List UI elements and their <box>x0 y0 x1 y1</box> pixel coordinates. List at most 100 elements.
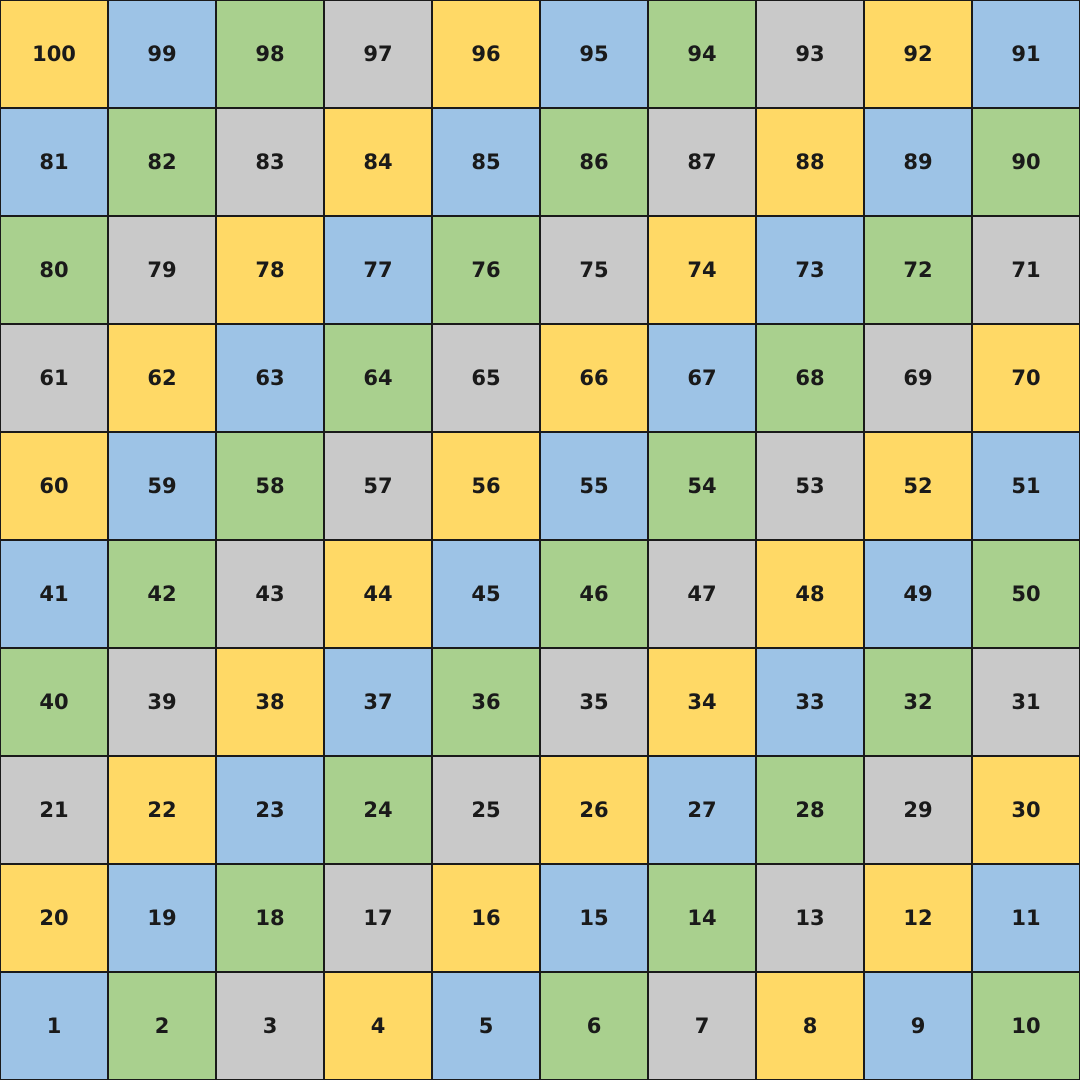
board-square[interactable]: 58 <box>217 433 323 539</box>
board-square[interactable]: 83 <box>217 109 323 215</box>
board-square[interactable]: 94 <box>649 1 755 107</box>
board-square[interactable]: 41 <box>1 541 107 647</box>
board-square[interactable]: 42 <box>109 541 215 647</box>
board-square[interactable]: 38 <box>217 649 323 755</box>
board-square[interactable]: 30 <box>973 757 1079 863</box>
board-square[interactable]: 76 <box>433 217 539 323</box>
board-square[interactable]: 6 <box>541 973 647 1079</box>
board-square[interactable]: 43 <box>217 541 323 647</box>
board-square[interactable]: 71 <box>973 217 1079 323</box>
board-square[interactable]: 22 <box>109 757 215 863</box>
board-square[interactable]: 46 <box>541 541 647 647</box>
board-square[interactable]: 36 <box>433 649 539 755</box>
board-square[interactable]: 2 <box>109 973 215 1079</box>
board-square[interactable]: 100 <box>1 1 107 107</box>
board-square[interactable]: 18 <box>217 865 323 971</box>
board-square[interactable]: 26 <box>541 757 647 863</box>
board-square[interactable]: 25 <box>433 757 539 863</box>
board-square[interactable]: 9 <box>865 973 971 1079</box>
board-square[interactable]: 62 <box>109 325 215 431</box>
board-square[interactable]: 7 <box>649 973 755 1079</box>
board-square[interactable]: 81 <box>1 109 107 215</box>
board-square[interactable]: 78 <box>217 217 323 323</box>
board-square[interactable]: 10 <box>973 973 1079 1079</box>
board-square[interactable]: 44 <box>325 541 431 647</box>
board-square[interactable]: 85 <box>433 109 539 215</box>
board-square[interactable]: 99 <box>109 1 215 107</box>
board-square[interactable]: 40 <box>1 649 107 755</box>
board-square[interactable]: 23 <box>217 757 323 863</box>
board-square[interactable]: 32 <box>865 649 971 755</box>
board-square[interactable]: 31 <box>973 649 1079 755</box>
board-square[interactable]: 15 <box>541 865 647 971</box>
board-square[interactable]: 17 <box>325 865 431 971</box>
board-square[interactable]: 75 <box>541 217 647 323</box>
board-square[interactable]: 28 <box>757 757 863 863</box>
board-square[interactable]: 98 <box>217 1 323 107</box>
board-square[interactable]: 79 <box>109 217 215 323</box>
board-square[interactable]: 70 <box>973 325 1079 431</box>
board-square[interactable]: 34 <box>649 649 755 755</box>
board-square[interactable]: 66 <box>541 325 647 431</box>
board-square[interactable]: 19 <box>109 865 215 971</box>
board-square[interactable]: 82 <box>109 109 215 215</box>
board-square[interactable]: 47 <box>649 541 755 647</box>
board-square[interactable]: 29 <box>865 757 971 863</box>
board-square[interactable]: 57 <box>325 433 431 539</box>
board-square[interactable]: 45 <box>433 541 539 647</box>
board-square[interactable]: 50 <box>973 541 1079 647</box>
board-square[interactable]: 5 <box>433 973 539 1079</box>
board-square[interactable]: 65 <box>433 325 539 431</box>
board-square[interactable]: 93 <box>757 1 863 107</box>
board-square[interactable]: 51 <box>973 433 1079 539</box>
board-square[interactable]: 27 <box>649 757 755 863</box>
board-square[interactable]: 54 <box>649 433 755 539</box>
board-square[interactable]: 35 <box>541 649 647 755</box>
board-square[interactable]: 80 <box>1 217 107 323</box>
board-square[interactable]: 84 <box>325 109 431 215</box>
board-square[interactable]: 77 <box>325 217 431 323</box>
board-square[interactable]: 8 <box>757 973 863 1079</box>
board-square[interactable]: 88 <box>757 109 863 215</box>
board-square[interactable]: 24 <box>325 757 431 863</box>
board-square[interactable]: 33 <box>757 649 863 755</box>
board-square[interactable]: 48 <box>757 541 863 647</box>
board-square[interactable]: 95 <box>541 1 647 107</box>
board-square[interactable]: 4 <box>325 973 431 1079</box>
board-square[interactable]: 11 <box>973 865 1079 971</box>
board-square[interactable]: 52 <box>865 433 971 539</box>
board-square[interactable]: 53 <box>757 433 863 539</box>
board-square[interactable]: 67 <box>649 325 755 431</box>
board-square[interactable]: 3 <box>217 973 323 1079</box>
board-square[interactable]: 39 <box>109 649 215 755</box>
board-square[interactable]: 86 <box>541 109 647 215</box>
board-square[interactable]: 72 <box>865 217 971 323</box>
board-square[interactable]: 12 <box>865 865 971 971</box>
board-square[interactable]: 64 <box>325 325 431 431</box>
board-square[interactable]: 61 <box>1 325 107 431</box>
board-square[interactable]: 1 <box>1 973 107 1079</box>
board-square[interactable]: 92 <box>865 1 971 107</box>
board-square[interactable]: 63 <box>217 325 323 431</box>
board-square[interactable]: 13 <box>757 865 863 971</box>
board-square[interactable]: 91 <box>973 1 1079 107</box>
board-square[interactable]: 21 <box>1 757 107 863</box>
board-square[interactable]: 56 <box>433 433 539 539</box>
board-square[interactable]: 60 <box>1 433 107 539</box>
board-square[interactable]: 96 <box>433 1 539 107</box>
board-square[interactable]: 74 <box>649 217 755 323</box>
board-square[interactable]: 14 <box>649 865 755 971</box>
board-square[interactable]: 55 <box>541 433 647 539</box>
board-square[interactable]: 90 <box>973 109 1079 215</box>
board-square[interactable]: 68 <box>757 325 863 431</box>
board-square[interactable]: 87 <box>649 109 755 215</box>
board-square[interactable]: 89 <box>865 109 971 215</box>
board-square[interactable]: 97 <box>325 1 431 107</box>
board-square[interactable]: 73 <box>757 217 863 323</box>
board-square[interactable]: 37 <box>325 649 431 755</box>
board-square[interactable]: 20 <box>1 865 107 971</box>
board-square[interactable]: 49 <box>865 541 971 647</box>
board-square[interactable]: 59 <box>109 433 215 539</box>
board-square[interactable]: 16 <box>433 865 539 971</box>
board-square[interactable]: 69 <box>865 325 971 431</box>
